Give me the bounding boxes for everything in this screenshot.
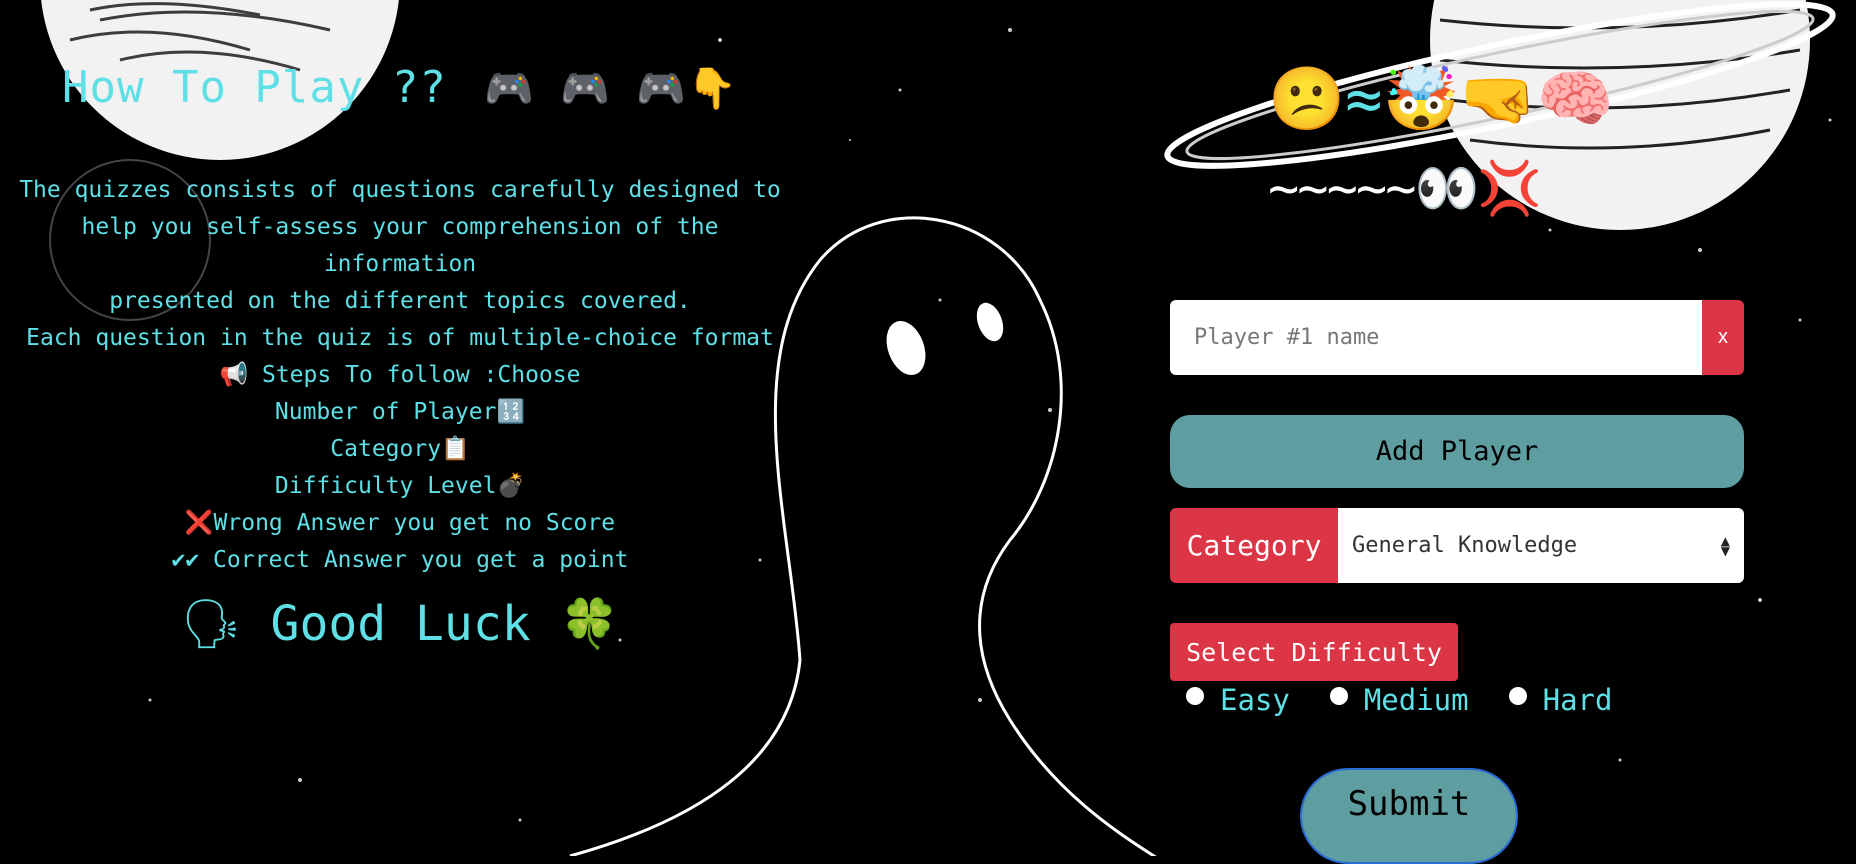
- intro-line: Each question in the quiz is of multiple…: [26, 325, 774, 351]
- player-name-input[interactable]: [1170, 300, 1702, 375]
- title-text: How To Play ??: [62, 62, 447, 113]
- category-select[interactable]: General Knowledge ▲ ▼: [1338, 508, 1744, 583]
- good-luck-text: 🗣 Good Luck 🍀: [180, 596, 620, 652]
- difficulty-option-easy[interactable]: Easy: [1186, 683, 1290, 717]
- submit-button[interactable]: Submit: [1300, 768, 1518, 864]
- gamepad-emojis: 🎮 🎮 🎮👇: [484, 66, 738, 112]
- difficulty-option-hard[interactable]: Hard: [1508, 683, 1613, 717]
- category-value: General Knowledge: [1352, 533, 1578, 558]
- step-item: Difficulty Level💣: [274, 473, 526, 499]
- header-emojis-line2: ~~~~~👀💢: [1268, 159, 1542, 219]
- radio-easy[interactable]: [1186, 687, 1204, 705]
- category-row: Category General Knowledge ▲ ▼: [1170, 508, 1744, 583]
- difficulty-radio-group: Easy Medium Hard: [1186, 683, 1652, 717]
- intro-line: The quizzes consists of questions carefu…: [19, 177, 781, 203]
- category-label: Category: [1170, 508, 1338, 583]
- remove-player-button[interactable]: x: [1702, 300, 1744, 375]
- step-item: Category📋: [330, 436, 470, 462]
- header-emojis-line1: 😕≈🤯🤜🧠: [1268, 62, 1615, 135]
- intro-line: help you self-assess your comprehension …: [81, 214, 719, 277]
- intro-text: The quizzes consists of questions carefu…: [0, 172, 800, 357]
- select-difficulty-label: Select Difficulty: [1170, 623, 1458, 681]
- radio-label-easy: Easy: [1220, 683, 1290, 717]
- add-player-button[interactable]: Add Player: [1170, 415, 1744, 488]
- steps-list: 📢 Steps To follow :Choose Number of Play…: [0, 357, 800, 579]
- radio-medium[interactable]: [1329, 687, 1348, 705]
- radio-hard[interactable]: [1508, 687, 1527, 705]
- step-item: ✔✔ Correct Answer you get a point: [171, 547, 629, 573]
- step-item: Number of Player🔢: [274, 399, 526, 425]
- intro-line: presented on the different topics covere…: [109, 288, 691, 314]
- quiz-setup-form: 😕≈🤯🤜🧠 ~~~~~👀💢 x Add Player Category Gene…: [1170, 0, 1756, 864]
- difficulty-option-medium[interactable]: Medium: [1329, 683, 1469, 717]
- radio-label-medium: Medium: [1363, 683, 1469, 717]
- step-item: 📢 Steps To follow :Choose: [219, 362, 581, 388]
- radio-label-hard: Hard: [1542, 683, 1613, 717]
- how-to-play-title: How To Play ?? 🎮 🎮 🎮👇: [62, 62, 738, 113]
- select-arrows-icon: ▲ ▼: [1720, 533, 1730, 558]
- player-row: x: [1170, 300, 1744, 375]
- step-item: ❌Wrong Answer you get no Score: [184, 510, 616, 536]
